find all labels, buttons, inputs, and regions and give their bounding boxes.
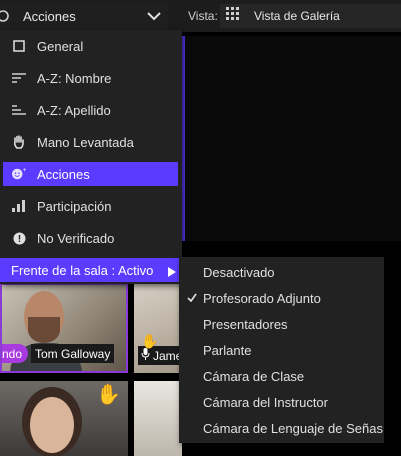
submenu-item-disabled[interactable]: Desactivado — [179, 261, 384, 283]
chevron-down-icon — [146, 8, 162, 29]
svg-text:+: + — [23, 167, 27, 173]
submenu-item-class-camera[interactable]: Cámara de Clase — [179, 365, 384, 387]
chevron-right-icon — [168, 265, 176, 280]
participant-beard — [28, 317, 60, 343]
sort-item-actions[interactable]: + Acciones — [3, 162, 178, 186]
participant-face — [30, 397, 74, 453]
sort-item-unverified[interactable]: No Verificado — [0, 226, 182, 250]
sort-menu: General A-Z: Nombre A-Z: Apellido Mano L… — [0, 30, 182, 284]
sort-item-label: General — [37, 38, 84, 54]
microphone-icon — [141, 348, 150, 363]
sort-item-label: A-Z: Nombre — [37, 70, 112, 86]
participant-name: Jame — [153, 348, 182, 363]
submenu-item-assistant-faculty[interactable]: Profesorado Adjunto — [179, 287, 384, 309]
sort-dropdown[interactable]: Acciones — [0, 3, 168, 29]
raised-hand-emoji-icon: ✋ — [96, 384, 121, 406]
sort-item-general[interactable]: General — [0, 34, 182, 58]
sort-dropdown-label: Acciones — [23, 8, 76, 24]
participant-name-tag: Tom Galloway — [31, 344, 115, 363]
submenu-item-label: Profesorado Adjunto — [203, 290, 321, 306]
submenu-item-label: Cámara de Lenguaje de Señas — [203, 420, 383, 436]
view-dropdown[interactable]: Vista de Galería — [220, 4, 401, 28]
active-video-pane — [182, 36, 401, 241]
front-of-room-item[interactable]: Frente de la sala : Activo — [0, 258, 182, 282]
bar-chart-icon — [12, 199, 26, 213]
sort-item-label: No Verificado — [37, 230, 115, 246]
top-bar: Acciones Vista: Vista de Galería — [0, 0, 401, 32]
sort-item-first-name[interactable]: A-Z: Nombre — [0, 66, 182, 90]
view-dropdown-label: Vista de Galería — [254, 9, 340, 23]
submenu-item-presenters[interactable]: Presentadores — [179, 313, 384, 335]
smiley-icon: + — [12, 167, 26, 181]
sort-item-label: A-Z: Apellido — [37, 102, 111, 118]
settings-icon — [0, 9, 14, 23]
video-tile-tom[interactable]: ndo Tom Galloway — [0, 283, 128, 373]
submenu-item-label: Cámara del Instructor — [203, 394, 328, 410]
grid-icon — [226, 6, 240, 26]
video-tile-james[interactable]: Jame — [134, 283, 182, 373]
lines-icon — [12, 71, 26, 85]
video-tile-participant[interactable] — [134, 381, 182, 456]
checkmark-icon — [187, 291, 197, 305]
sort-item-label: Acciones — [37, 166, 90, 182]
lines-alt-icon — [12, 103, 26, 117]
square-icon — [12, 39, 26, 53]
speaking-tag: ndo — [2, 344, 29, 363]
submenu-item-label: Presentadores — [203, 316, 288, 332]
submenu-item-instructor-camera[interactable]: Cámara del Instructor — [179, 391, 384, 413]
front-of-room-submenu: Desactivado Profesorado Adjunto Presenta… — [179, 257, 384, 443]
sort-item-last-name[interactable]: A-Z: Apellido — [0, 98, 182, 122]
raised-hand-icon — [12, 135, 26, 149]
raised-hand-emoji-icon: ✋ — [141, 333, 159, 349]
view-label: Vista: — [188, 9, 218, 23]
submenu-item-sign-language-camera[interactable]: Cámara de Lenguaje de Señas — [179, 417, 384, 439]
sort-item-label: Mano Levantada — [37, 134, 134, 150]
alert-icon — [12, 231, 26, 245]
sort-item-raised-hand[interactable]: Mano Levantada — [0, 130, 182, 154]
sort-item-label: Participación — [37, 198, 112, 214]
submenu-item-speaker[interactable]: Parlante — [179, 339, 384, 361]
submenu-item-label: Desactivado — [203, 264, 275, 280]
sort-item-participation[interactable]: Participación — [0, 194, 182, 218]
submenu-item-label: Parlante — [203, 342, 252, 358]
front-of-room-label: Frente de la sala : Activo — [11, 262, 154, 278]
submenu-item-label: Cámara de Clase — [203, 368, 305, 384]
